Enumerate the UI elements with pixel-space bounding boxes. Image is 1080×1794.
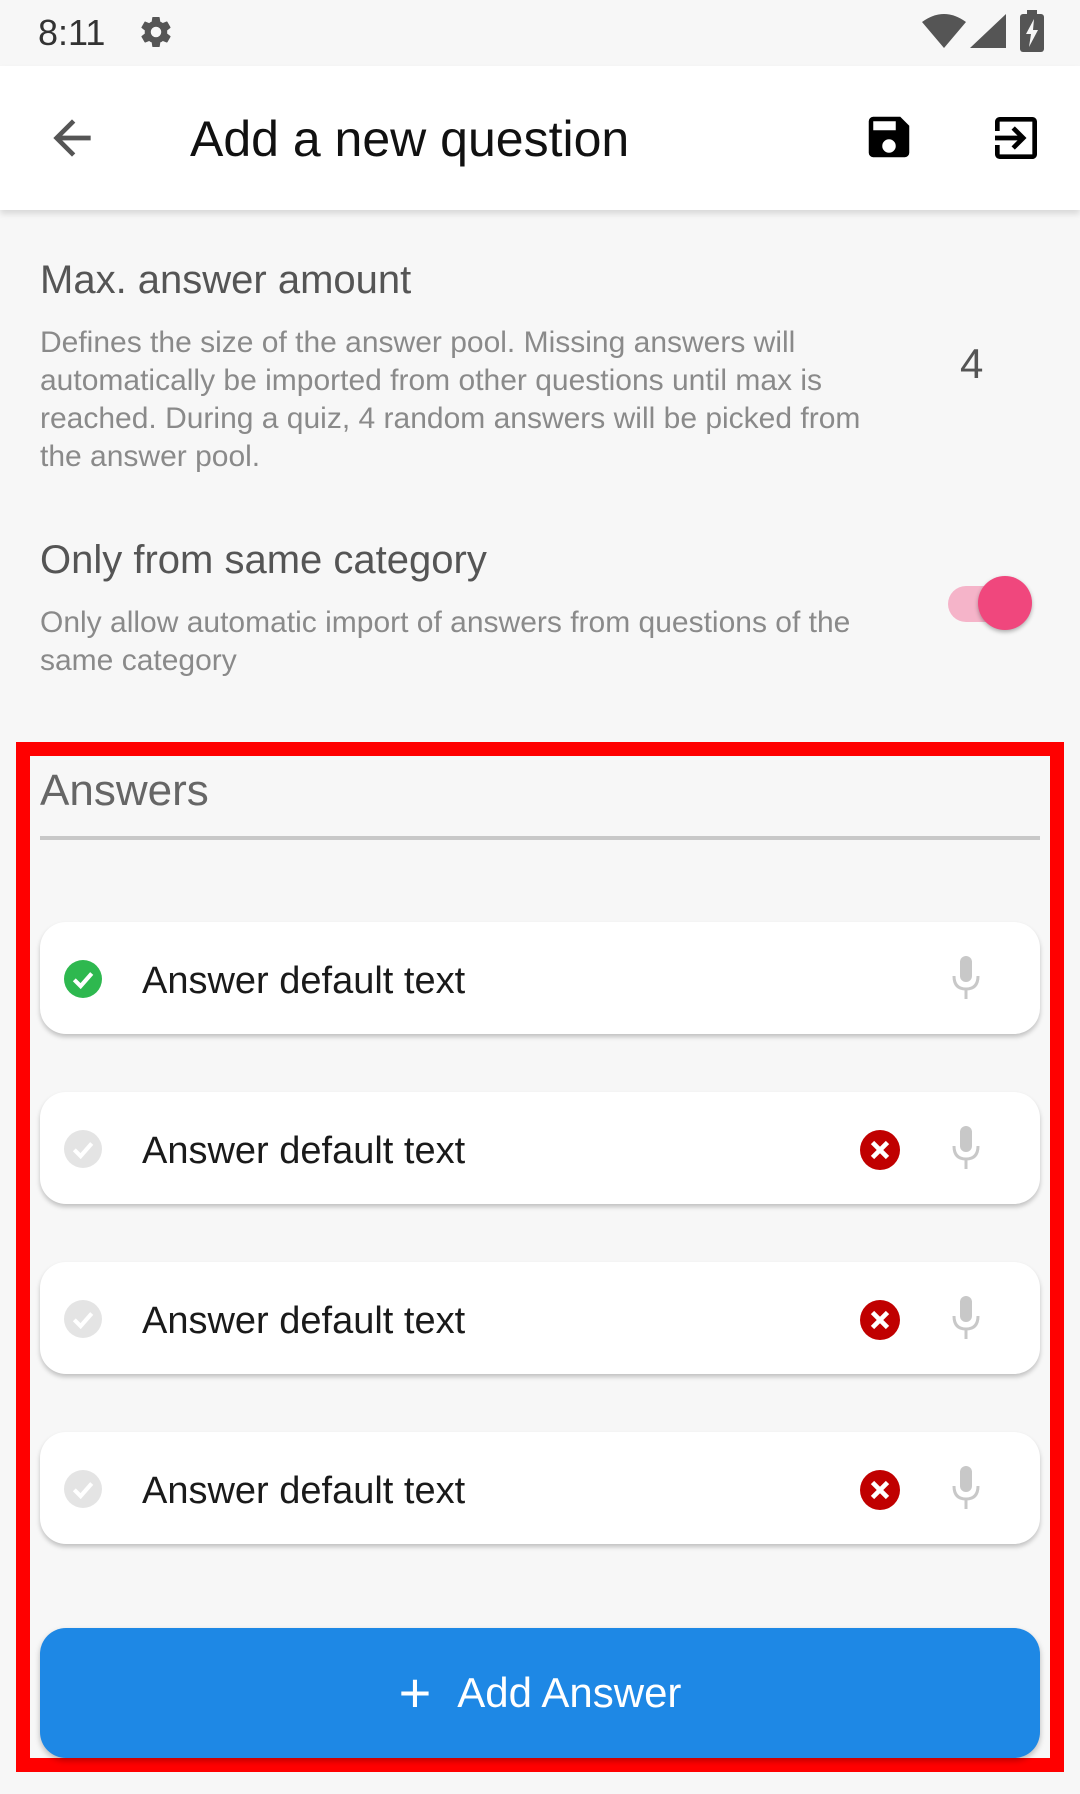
add-answer-button[interactable]: + Add Answer: [40, 1628, 1040, 1758]
highlight-frame: [16, 742, 1064, 1772]
mic-icon[interactable]: [950, 1126, 982, 1170]
battery-charging-icon: [1020, 10, 1044, 52]
page-title: Add a new question: [190, 111, 630, 167]
answer-text[interactable]: Answer default text: [142, 1130, 465, 1173]
app-bar: Add a new question: [0, 66, 1080, 210]
answer-text[interactable]: Answer default text: [142, 960, 465, 1003]
answer-text[interactable]: Answer default text: [142, 1470, 465, 1513]
answer-text[interactable]: Answer default text: [142, 1300, 465, 1343]
remove-icon[interactable]: [860, 1130, 900, 1170]
plus-icon: +: [398, 1661, 432, 1724]
wifi-icon: [922, 14, 966, 48]
check-circle-icon[interactable]: [64, 1130, 102, 1168]
max-answer-value[interactable]: 4: [960, 340, 983, 388]
status-bar: 8:11: [0, 0, 1080, 66]
answer-card[interactable]: Answer default text: [40, 1262, 1040, 1374]
answer-card[interactable]: Answer default text: [40, 1432, 1040, 1544]
check-circle-icon[interactable]: [64, 960, 102, 998]
cell-signal-icon: [970, 14, 1006, 48]
max-answer-description: Defines the size of the answer pool. Mis…: [40, 326, 861, 473]
same-category-description: Only allow automatic import of answers f…: [40, 606, 851, 677]
toggle-thumb[interactable]: [978, 576, 1032, 630]
check-circle-icon[interactable]: [64, 1300, 102, 1338]
save-icon[interactable]: [862, 110, 916, 164]
answers-divider: [40, 836, 1040, 840]
mic-icon[interactable]: [950, 1296, 982, 1340]
max-answer-title: Max. answer amount: [40, 258, 412, 302]
same-category-title: Only from same category: [40, 538, 487, 582]
gear-icon: [141, 17, 171, 48]
check-circle-icon[interactable]: [64, 1470, 102, 1508]
answers-title: Answers: [40, 766, 209, 815]
answer-card[interactable]: Answer default text: [40, 1092, 1040, 1204]
exit-icon[interactable]: [988, 110, 1044, 166]
arrow-back-icon[interactable]: [44, 110, 100, 166]
answer-card[interactable]: Answer default text: [40, 922, 1040, 1034]
remove-icon[interactable]: [860, 1470, 900, 1510]
status-time: 8:11: [38, 12, 106, 53]
mic-icon[interactable]: [950, 1466, 982, 1510]
remove-icon[interactable]: [860, 1300, 900, 1340]
add-answer-label: Add Answer: [457, 1669, 682, 1716]
mic-icon[interactable]: [950, 956, 982, 1000]
